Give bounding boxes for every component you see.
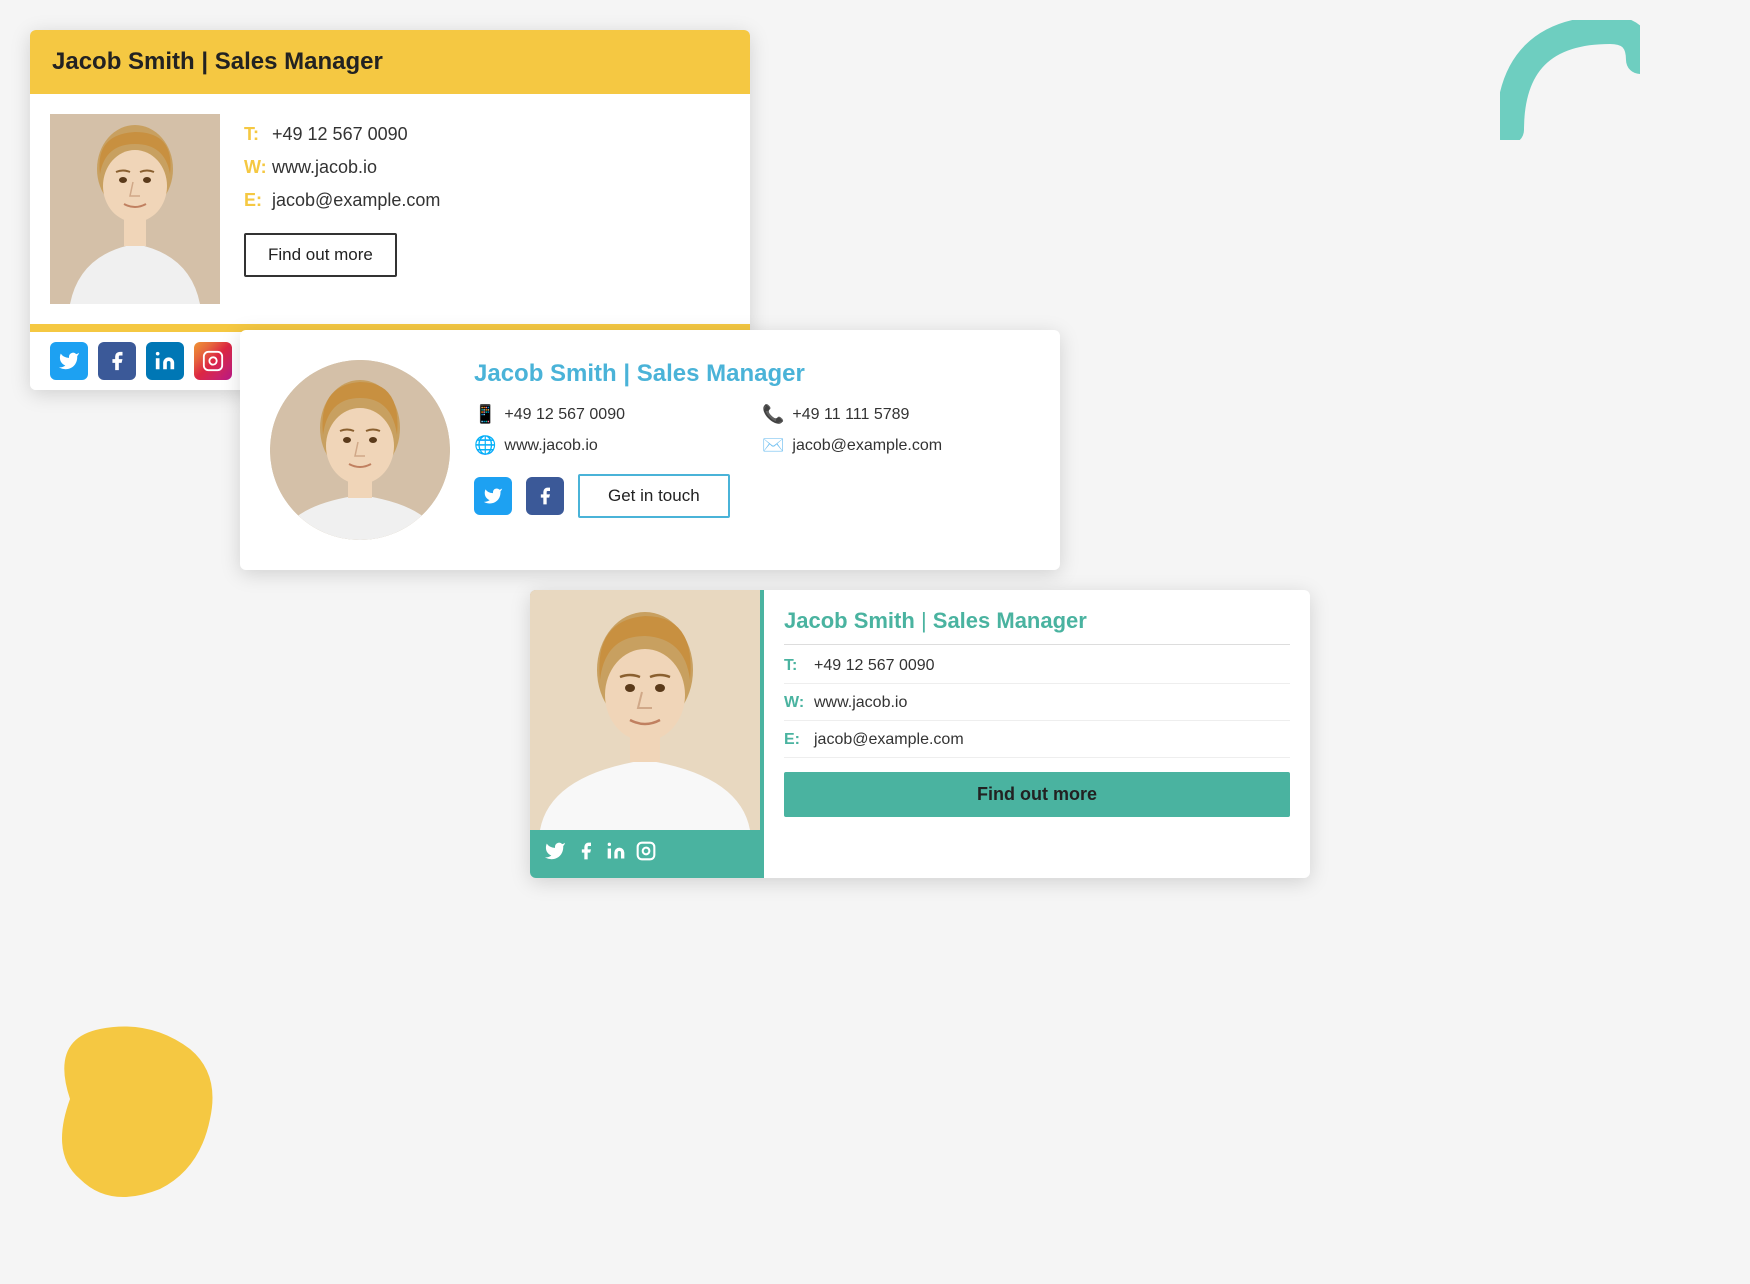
card3-website-label: W: [784, 694, 814, 712]
card1-photo [50, 114, 220, 304]
card2-info: Jacob Smith | Sales Manager 📱 +49 12 567… [474, 360, 1030, 518]
card3-facebook-icon[interactable] [576, 841, 596, 867]
card1-instagram-icon[interactable] [194, 342, 232, 380]
card3-phone-value: +49 12 567 0090 [814, 657, 935, 675]
card1-website-value: www.jacob.io [272, 157, 377, 178]
card3: Jacob Smith | Sales Manager T: +49 12 56… [530, 590, 1310, 878]
card1-info: T: +49 12 567 0090 W: www.jacob.io E: ja… [244, 114, 730, 277]
card1-email-label: E: [244, 190, 272, 211]
card2-facebook-icon[interactable] [526, 477, 564, 515]
card1-phone-label: T: [244, 124, 272, 145]
card3-email-label: E: [784, 731, 814, 749]
card1-website-label: W: [244, 157, 272, 178]
card3-social-bar [530, 830, 760, 878]
card1-header: Jacob Smith | Sales Manager [30, 30, 750, 94]
card1-find-out-more-button[interactable]: Find out more [244, 233, 397, 277]
card3-email-value: jacob@example.com [814, 731, 964, 749]
card3-left-panel [530, 590, 760, 878]
card3-instagram-icon[interactable] [636, 841, 656, 867]
card3-twitter-icon[interactable] [544, 840, 566, 868]
card2-phone-item: 📞 +49 11 111 5789 [762, 404, 1030, 425]
teal-arc-decoration [1500, 20, 1640, 145]
card2-website-value: www.jacob.io [504, 437, 597, 455]
card2-email-item: ✉️ jacob@example.com [762, 435, 1030, 456]
card2-phone-icon: 📞 [762, 404, 784, 425]
card3-first-name: Jacob Smith [784, 608, 915, 633]
card3-photo [530, 590, 760, 830]
card2-twitter-icon[interactable] [474, 477, 512, 515]
card1-phone-row: T: +49 12 567 0090 [244, 124, 730, 145]
card2-name: Jacob Smith | Sales Manager [474, 360, 1030, 388]
card1-phone-value: +49 12 567 0090 [272, 124, 408, 145]
card2-email-value: jacob@example.com [792, 437, 942, 455]
card2-job-title: Sales Manager [637, 360, 805, 387]
card1-email-value: jacob@example.com [272, 190, 440, 211]
card2: Jacob Smith | Sales Manager 📱 +49 12 567… [240, 330, 1060, 570]
card2-mobile-icon: 📱 [474, 404, 496, 425]
card1-facebook-icon[interactable] [98, 342, 136, 380]
card3-email-row: E: jacob@example.com [784, 731, 1290, 758]
card2-website-item: 🌐 www.jacob.io [474, 435, 742, 456]
card2-website-icon: 🌐 [474, 435, 496, 456]
card2-mobile-item: 📱 +49 12 567 0090 [474, 404, 742, 425]
card3-job-title: Sales Manager [933, 608, 1087, 633]
card1-email-row: E: jacob@example.com [244, 190, 730, 211]
card3-name: Jacob Smith | Sales Manager [784, 608, 1290, 645]
card3-find-out-more-button[interactable]: Find out more [784, 772, 1290, 817]
card2-contacts: 📱 +49 12 567 0090 📞 +49 11 111 5789 🌐 ww… [474, 404, 1030, 456]
card2-actions: Get in touch [474, 474, 1030, 518]
card3-info: T: +49 12 567 0090 W: www.jacob.io E: ja… [784, 657, 1290, 758]
card1-website-row: W: www.jacob.io [244, 157, 730, 178]
card1-body: T: +49 12 567 0090 W: www.jacob.io E: ja… [30, 94, 750, 324]
card3-website-row: W: www.jacob.io [784, 694, 1290, 721]
card1-linkedin-icon[interactable] [146, 342, 184, 380]
card3-pipe: | [921, 608, 933, 633]
card1-title: Jacob Smith | Sales Manager [52, 48, 383, 75]
card2-phone-value: +49 11 111 5789 [792, 406, 909, 424]
card2-email-icon: ✉️ [762, 435, 784, 456]
card3-phone-label: T: [784, 657, 814, 675]
card3-website-value: www.jacob.io [814, 694, 907, 712]
card2-photo [270, 360, 450, 540]
card2-get-in-touch-button[interactable]: Get in touch [578, 474, 730, 518]
card1-twitter-icon[interactable] [50, 342, 88, 380]
card3-linkedin-icon[interactable] [606, 841, 626, 867]
card2-first-name: Jacob Smith [474, 360, 617, 387]
card2-pipe: | [623, 360, 636, 387]
yellow-blob-decoration [50, 1019, 220, 1214]
card3-right-panel: Jacob Smith | Sales Manager T: +49 12 56… [760, 590, 1310, 878]
card3-phone-row: T: +49 12 567 0090 [784, 657, 1290, 684]
card2-mobile-value: +49 12 567 0090 [504, 406, 625, 424]
